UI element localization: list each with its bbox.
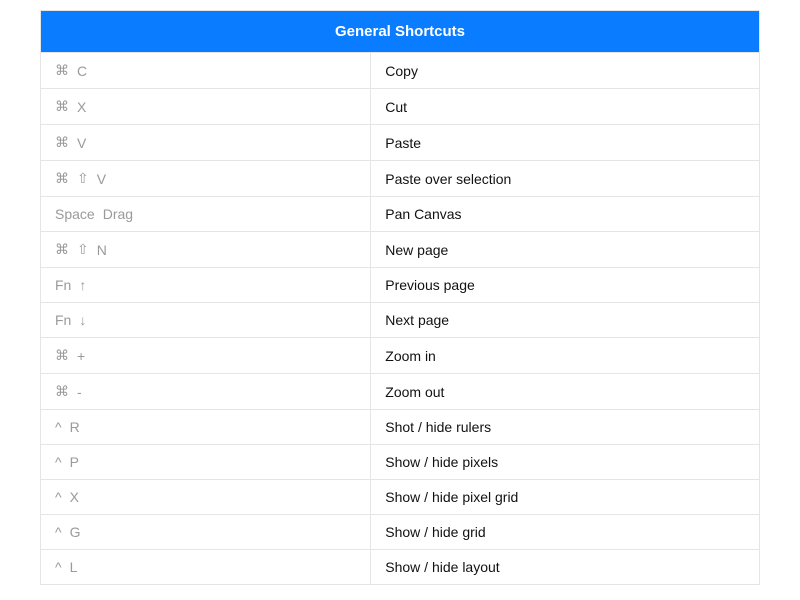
shortcut-keys: Fn ↑ [41,268,371,302]
key-label: + [77,348,85,364]
shortcut-action: Show / hide layout [371,550,759,584]
cmd-icon: ⌘ [55,347,69,364]
key-label: Space [55,206,95,222]
ctrl-icon: ^ [55,524,62,540]
cmd-icon: ⌘ [55,62,69,79]
table-row: ^XShow / hide pixel grid [41,479,759,514]
table-row: ^LShow / hide layout [41,549,759,584]
table-row: ^GShow / hide grid [41,514,759,549]
key-label: R [70,419,80,435]
key-label: X [70,489,79,505]
shift-icon: ⇧ [77,241,89,258]
table-body: ⌘CCopy⌘XCut⌘VPaste⌘⇧VPaste over selectio… [41,52,759,584]
shortcut-keys: ⌘ ⇧ V [41,161,371,196]
key-label: V [77,135,86,151]
shortcut-keys: ^P [41,445,371,479]
table-row: ^RShot / hide rulers [41,409,759,444]
table-header: General Shortcuts [41,11,759,52]
key-label: L [70,559,78,575]
shortcut-keys: ⌘C [41,53,371,88]
shortcut-keys: Space Drag [41,197,371,231]
key-label: X [77,99,86,115]
cmd-icon: ⌘ [55,98,69,115]
shortcut-keys: ⌘+ [41,338,371,373]
ctrl-icon: ^ [55,454,62,470]
shortcut-keys: ⌘ ⇧ N [41,232,371,267]
table-row: Space Drag Pan Canvas [41,196,759,231]
cmd-icon: ⌘ [55,241,69,258]
shortcut-action: Pan Canvas [371,197,759,231]
table-row: ⌘ ⇧ N New page [41,231,759,267]
shortcuts-table: General Shortcuts ⌘CCopy⌘XCut⌘VPaste⌘⇧VP… [40,10,760,585]
shortcut-action: Next page [371,303,759,337]
key-label: G [70,524,81,540]
cmd-icon: ⌘ [55,383,69,400]
shortcut-action: Cut [371,89,759,124]
shortcut-keys: ^G [41,515,371,549]
shortcut-keys: ^R [41,410,371,444]
shortcut-keys: Fn ↓ [41,303,371,337]
shortcut-action: Show / hide pixels [371,445,759,479]
shortcut-keys: ^L [41,550,371,584]
table-row: Fn ↓ Next page [41,302,759,337]
key-label: - [77,384,82,400]
down-icon: ↓ [79,312,86,328]
key-label: Fn [55,277,71,293]
shortcut-action: New page [371,232,759,267]
shortcut-keys: ⌘V [41,125,371,160]
shortcut-action: Show / hide grid [371,515,759,549]
shortcut-keys: ^X [41,480,371,514]
shortcut-keys: ⌘X [41,89,371,124]
key-label: P [70,454,79,470]
table-row: ⌘+Zoom in [41,337,759,373]
table-row: ⌘VPaste [41,124,759,160]
shortcut-action: Paste over selection [371,161,759,196]
table-row: Fn ↑ Previous page [41,267,759,302]
key-label: V [97,171,106,187]
shortcut-keys: ⌘- [41,374,371,409]
key-label: C [77,63,87,79]
table-row: ⌘ ⇧ V Paste over selection [41,160,759,196]
key-label: Fn [55,312,71,328]
shortcut-action: Shot / hide rulers [371,410,759,444]
cmd-icon: ⌘ [55,170,69,187]
ctrl-icon: ^ [55,489,62,505]
key-label: N [97,242,107,258]
cmd-icon: ⌘ [55,134,69,151]
table-row: ⌘CCopy [41,52,759,88]
shortcut-action: Zoom in [371,338,759,373]
ctrl-icon: ^ [55,419,62,435]
ctrl-icon: ^ [55,559,62,575]
key-label: Drag [103,206,133,222]
table-row: ⌘XCut [41,88,759,124]
shortcut-action: Paste [371,125,759,160]
shortcut-action: Previous page [371,268,759,302]
shortcut-action: Show / hide pixel grid [371,480,759,514]
shortcut-action: Copy [371,53,759,88]
table-row: ^PShow / hide pixels [41,444,759,479]
shortcut-action: Zoom out [371,374,759,409]
up-icon: ↑ [79,277,86,293]
table-row: ⌘-Zoom out [41,373,759,409]
shift-icon: ⇧ [77,170,89,187]
